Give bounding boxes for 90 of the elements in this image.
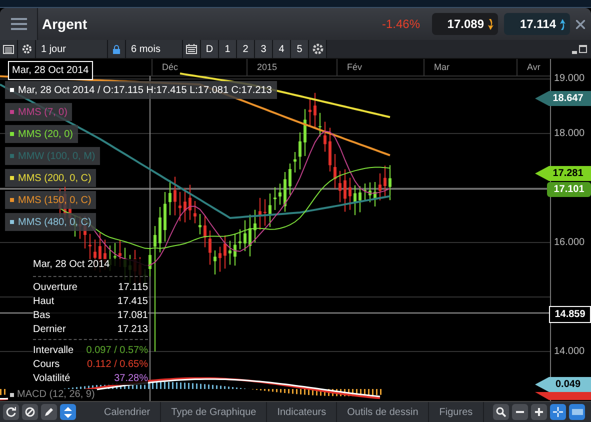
bid-price[interactable]: 17.089	[432, 13, 498, 35]
numbers-button[interactable]	[569, 404, 585, 420]
tooltip-label: Ouverture	[33, 282, 78, 292]
settings-button[interactable]	[18, 40, 36, 58]
tooltip-label: Bas	[33, 310, 50, 320]
clear-button[interactable]	[22, 404, 38, 420]
lock-button[interactable]	[108, 40, 126, 58]
search-icon	[496, 407, 506, 417]
refresh-button[interactable]	[3, 404, 19, 420]
search-button[interactable]	[493, 404, 509, 420]
period-button[interactable]: 4	[273, 40, 291, 58]
tooltip-value: 0.112 / 0.65%	[87, 358, 148, 370]
list-button[interactable]	[0, 40, 18, 58]
zoom-in-button[interactable]	[531, 404, 547, 420]
time-axis-label: Mar	[432, 61, 452, 73]
period-button[interactable]: 3	[255, 40, 273, 58]
draw-button[interactable]	[41, 404, 57, 420]
plus-icon	[535, 408, 543, 416]
legend-label: MMS (20, 0)	[18, 128, 74, 140]
settings-button[interactable]	[309, 40, 327, 58]
series-marker	[10, 392, 14, 396]
price-change: -1.46%	[382, 17, 420, 31]
calendar-icon	[186, 44, 197, 54]
tooltip-value: 17.415	[117, 296, 148, 306]
tooltip-value: 17.081	[117, 310, 148, 320]
time-axis-label: Avr	[525, 61, 542, 73]
legend-label: MMS (200, 0, C)	[18, 172, 92, 184]
indicator-legend-item[interactable]: MMS (200, 0, C)	[5, 169, 96, 187]
indicator-legend-item[interactable]: Mar, 28 Oct 2014 / O:17.115 H:17.415 L:17.081 C:17.213	[5, 81, 277, 99]
tooltip-value: 17.115	[118, 282, 148, 292]
time-axis-label: Fév	[345, 61, 364, 73]
prohibited-icon	[25, 407, 35, 417]
pencil-icon	[44, 407, 54, 417]
tooltip-value: 0.097 / 0.57%	[86, 344, 148, 356]
refresh-icon	[6, 407, 16, 417]
calendar-button[interactable]	[183, 40, 201, 58]
interval-field[interactable]: 1 jour	[36, 40, 108, 58]
settings-icon	[312, 43, 324, 55]
menu-icon	[10, 18, 26, 30]
period-button[interactable]: 5	[291, 40, 309, 58]
range-field[interactable]: 6 mois	[126, 40, 183, 58]
lock-icon	[113, 44, 120, 54]
minimize-icon[interactable]	[572, 50, 577, 54]
tooltip-value: 37.28%	[114, 372, 148, 384]
arrow-up-icon	[559, 18, 566, 30]
period-button[interactable]: 2	[237, 40, 255, 58]
price-axis-label: 19.000	[554, 73, 585, 84]
tooltip-label: Dernier	[33, 324, 66, 334]
window-title: Argent	[42, 16, 88, 32]
indicator-legend-item[interactable]: MMS (480, 0, C)	[5, 213, 96, 231]
numbers-icon	[572, 409, 582, 415]
resize-button[interactable]	[60, 404, 76, 420]
cursor-date-label: Mar, 28 Oct 2014	[8, 61, 93, 80]
minus-icon	[516, 411, 524, 413]
tooltip-value: 17.213	[117, 324, 148, 334]
tooltip-label: Haut	[33, 296, 54, 306]
price-marker: 18.647	[535, 91, 591, 106]
settings-icon	[22, 44, 32, 54]
legend-label: Mar, 28 Oct 2014 / O:17.115 H:17.415 L:17.081 C:17.213	[18, 84, 272, 96]
legend-label: MMS (480, 0, C)	[18, 216, 92, 228]
crosshair-icon	[553, 407, 563, 417]
indicator-legend-item[interactable]: MMS (150, 0, C)	[5, 191, 96, 209]
ask-price[interactable]: 17.114	[504, 13, 570, 35]
list-icon	[3, 44, 14, 54]
price-axis-label: 14.000	[554, 346, 585, 356]
maximize-icon[interactable]	[579, 45, 587, 53]
indicator-legend-item[interactable]: MMS (20, 0)	[5, 125, 78, 143]
tooltip-label: Cours	[33, 358, 60, 370]
crosshair-button[interactable]	[550, 404, 566, 420]
up-down-icon	[64, 406, 72, 418]
tooltip-label: Volatilité	[33, 372, 70, 384]
period-button[interactable]: 1	[219, 40, 237, 58]
indicator-label: MACD (12, 26, 9)	[17, 389, 95, 400]
time-axis-label: 2015	[255, 61, 280, 73]
price-marker: 14.859	[549, 306, 591, 323]
indicator-marker: 0.049	[535, 377, 591, 392]
tooltip-label: Intervalle	[33, 344, 74, 356]
menu-button[interactable]	[0, 8, 38, 40]
time-axis-label: Déc	[160, 61, 180, 73]
price-marker: 17.101	[547, 182, 591, 197]
price-axis-label: 16.000	[554, 236, 585, 248]
price-axis-label: 18.000	[554, 128, 585, 138]
tooltip-date: Mar, 28 Oct 2014	[33, 259, 111, 272]
close-icon	[576, 20, 585, 28]
zoom-out-button[interactable]	[512, 404, 528, 420]
price-marker: 17.281	[535, 166, 591, 181]
period-button[interactable]: D	[201, 40, 219, 58]
legend-label: MMS (150, 0, C)	[18, 194, 92, 206]
arrow-down-icon	[487, 18, 494, 30]
legend-label: MMS (7, 0)	[18, 106, 68, 118]
